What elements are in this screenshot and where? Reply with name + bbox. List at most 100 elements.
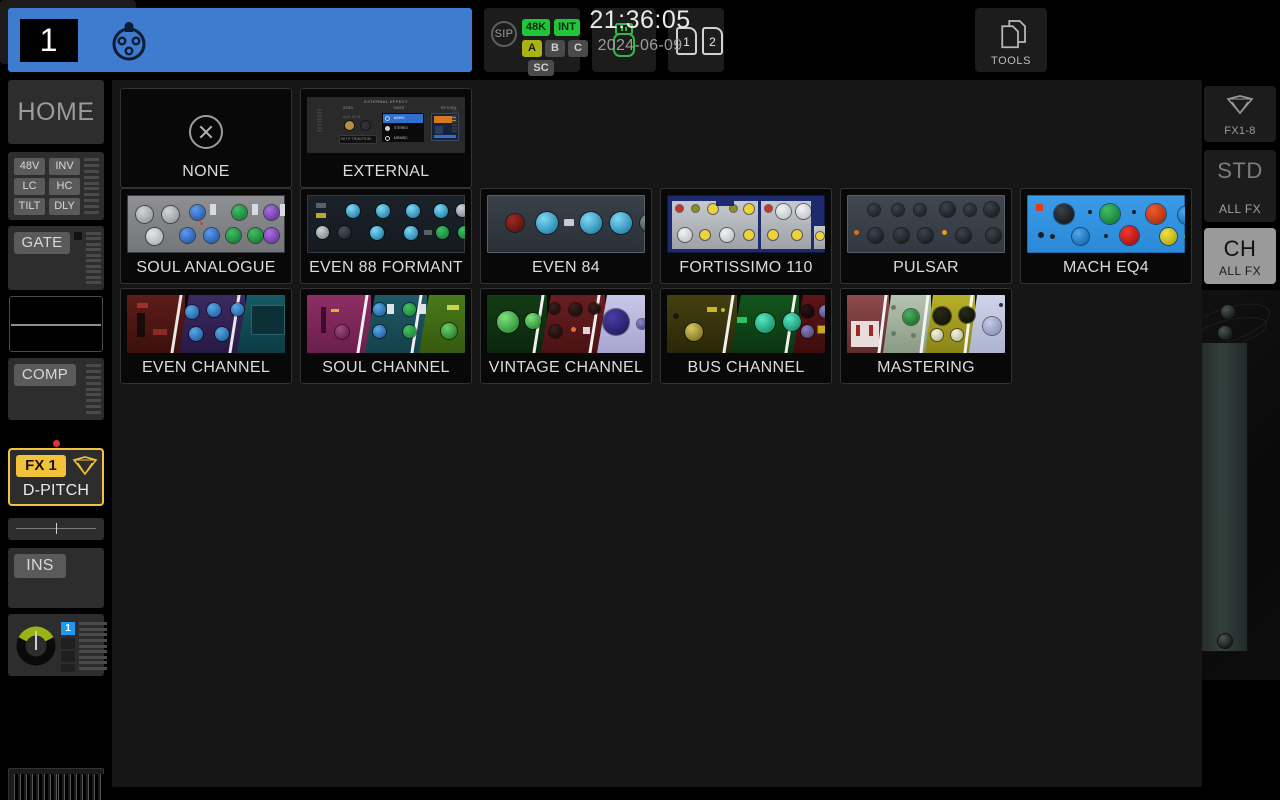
external-times-label: TIMES — [393, 106, 405, 110]
insert-section[interactable]: INS — [8, 548, 104, 608]
preamp-dly-button[interactable]: DLY — [49, 198, 80, 215]
eq-curve-display[interactable] — [9, 296, 103, 352]
bus-meter-grid[interactable]: 1---------8 9--------16 — [8, 768, 104, 800]
fx-slot-name: D-PITCH — [22, 482, 90, 499]
external-mode-stereo[interactable]: STEREO — [383, 124, 423, 133]
ch-title: CH — [1223, 236, 1257, 261]
plugin-card-soul-channel[interactable]: SOUL CHANNEL — [300, 288, 472, 384]
plugin-card-pulsar[interactable]: PULSAR — [840, 188, 1012, 284]
preamp-lc-button[interactable]: LC — [14, 178, 45, 195]
ch-subtitle: ALL FX — [1219, 264, 1261, 278]
x-circle-icon — [189, 115, 223, 149]
plugin-thumbnail — [487, 195, 645, 253]
plugin-name: MACH EQ4 — [1063, 259, 1149, 276]
plugin-browser-panel: NONE EXTERNAL EFFECT SEND AUX IN 01 WITH… — [112, 80, 1202, 787]
clock-date: 2024-06-09 — [597, 37, 683, 54]
preamp-inv-button[interactable]: INV — [49, 158, 80, 175]
plugin-thumbnail — [1027, 195, 1185, 253]
gate-section[interactable]: GATE — [8, 226, 104, 290]
pan-thumb[interactable] — [56, 523, 57, 534]
plugin-card-even88[interactable]: EVEN 88 FORMANT — [300, 188, 472, 284]
external-return-meter — [452, 109, 457, 132]
external-send-label: SEND — [343, 106, 354, 110]
home-button[interactable]: HOME — [8, 80, 104, 144]
plugin-name: VINTAGE CHANNEL — [488, 359, 644, 376]
gate-led — [74, 232, 82, 240]
clock-display[interactable]: 21:36:05 2024-06-09 — [0, 0, 690, 64]
gate-button[interactable]: GATE — [14, 232, 70, 254]
gate-meter — [86, 232, 101, 284]
fx-diamond-icon — [1226, 95, 1254, 115]
eq-flat-curve — [11, 324, 101, 326]
plugin-name: EVEN 84 — [532, 259, 600, 276]
ch-all-fx-button[interactable]: CH ALL FX — [1204, 228, 1276, 284]
external-send-meter — [317, 109, 322, 132]
plugin-name: SOUL ANALOGUE — [136, 259, 276, 276]
plugin-thumbnail — [487, 295, 645, 353]
ins-button[interactable]: INS — [14, 554, 66, 578]
external-mode-ms[interactable]: MS/MSC — [383, 134, 423, 143]
level-knob[interactable] — [13, 621, 59, 667]
plugin-card-fortissimo[interactable]: FORTISSIMO 110 — [660, 188, 832, 284]
plugin-card-none[interactable]: NONE — [120, 88, 292, 188]
fx-bank-button[interactable]: FX1-8 — [1204, 86, 1276, 142]
bus-slot-4[interactable] — [61, 664, 75, 672]
external-mode-mono[interactable]: MONO — [383, 114, 423, 123]
preamp-tilt-button[interactable]: TILT — [14, 198, 45, 215]
preamp-meter — [84, 158, 99, 214]
preamp-section[interactable]: 48V INV LC HC TILT DLY — [8, 152, 104, 220]
plugin-thumbnail — [307, 295, 465, 353]
preamp-hc-button[interactable]: HC — [49, 178, 80, 195]
plugin-name: SOUL CHANNEL — [322, 359, 450, 376]
radio-icon — [385, 136, 390, 141]
plugin-name: BUS CHANNEL — [687, 359, 805, 376]
fx-slot-button[interactable]: FX 1 D-PITCH — [8, 448, 104, 506]
fader-section[interactable]: 1 — [8, 614, 107, 676]
plugin-name: EVEN CHANNEL — [141, 359, 271, 376]
sidechain-badge[interactable]: SC — [528, 60, 554, 76]
fx-slot-tag: FX 1 — [16, 455, 66, 477]
external-thumb-title: EXTERNAL EFFECT — [364, 99, 408, 104]
radio-icon — [385, 116, 390, 121]
plugin-card-mastering[interactable]: MASTERING — [840, 288, 1012, 384]
plugin-card-soul-analogue[interactable]: SOUL ANALOGUE — [120, 188, 292, 284]
external-trim-knob — [361, 121, 370, 130]
preamp-48v-button[interactable]: 48V — [14, 158, 45, 175]
plugin-thumbnail — [847, 195, 1005, 253]
plugin-thumbnail: EXTERNAL EFFECT SEND AUX IN 01 WITH TRIM… — [307, 97, 465, 153]
external-mode-list[interactable]: MONO STEREO MS/MSC — [381, 112, 425, 143]
pan-slider[interactable] — [8, 518, 104, 540]
std-all-fx-button[interactable]: STD ALL FX — [1204, 150, 1276, 222]
plugin-name: EVEN 88 FORMANT — [309, 259, 463, 276]
background-plugin-graphic — [1192, 290, 1280, 680]
plugin-thumbnail — [667, 195, 825, 253]
fx-active-led — [53, 440, 60, 447]
bus-badge[interactable]: 1 — [61, 622, 75, 635]
plugin-thumbnail — [847, 295, 1005, 353]
plugin-name: EXTERNAL — [342, 163, 430, 180]
plugin-card-vintage-channel[interactable]: VINTAGE CHANNEL — [480, 288, 652, 384]
external-aux-label: AUX IN 01 — [343, 115, 361, 119]
plugin-card-even84[interactable]: EVEN 84 — [480, 188, 652, 284]
clock-time: 21:36:05 — [589, 6, 691, 34]
fx-bank-label: FX1-8 — [1224, 125, 1256, 137]
bus-meters-9-16 — [58, 774, 104, 800]
plugin-card-macheq4[interactable]: MACH EQ4 — [1020, 188, 1192, 284]
external-trim-label: WITH TRIM/TRIM — [341, 137, 371, 141]
plugin-thumbnail — [127, 295, 285, 353]
comp-section[interactable]: COMP — [8, 358, 104, 420]
top-bar: 1 SIP 48K INT A B C SC 1 2 TOOLS 21:36:0… — [0, 0, 1280, 80]
plugin-name: MASTERING — [877, 359, 975, 376]
std-subtitle: ALL FX — [1219, 202, 1261, 216]
send-meter-b — [92, 622, 107, 670]
plugin-card-external[interactable]: EXTERNAL EFFECT SEND AUX IN 01 WITH TRIM… — [300, 88, 472, 188]
plugin-card-even-channel[interactable]: EVEN CHANNEL — [120, 288, 292, 384]
plugin-thumbnail — [127, 195, 285, 253]
plugin-card-bus-channel[interactable]: BUS CHANNEL — [660, 288, 832, 384]
plugin-thumbnail — [307, 195, 465, 253]
comp-meter — [86, 364, 101, 414]
bus-slot-2[interactable] — [61, 638, 75, 649]
bus-slot-3[interactable] — [61, 651, 75, 662]
radio-icon — [385, 126, 390, 131]
comp-button[interactable]: COMP — [14, 364, 76, 386]
